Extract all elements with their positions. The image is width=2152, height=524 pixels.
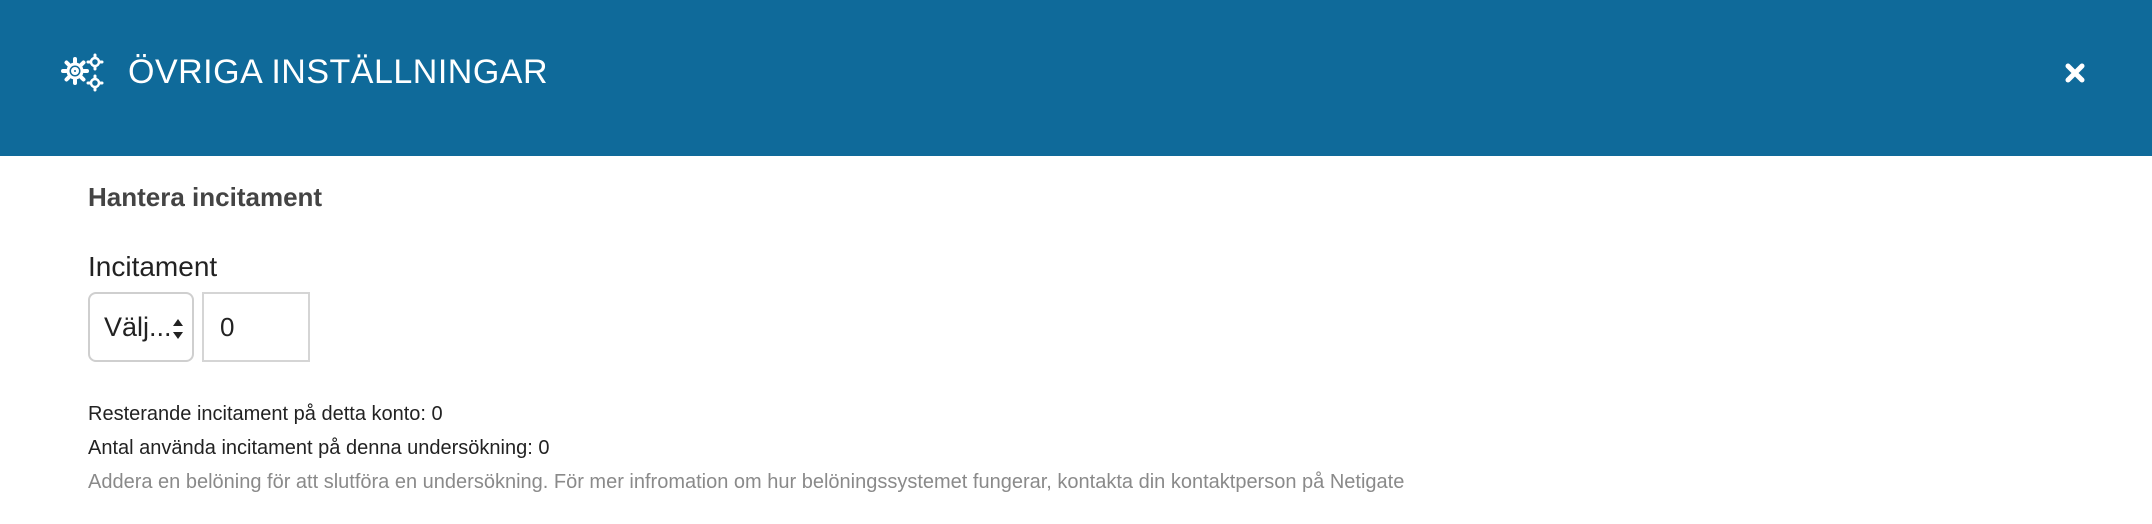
incentive-select-value: Välj... [104, 312, 172, 342]
incentive-select[interactable]: Välj... [88, 292, 194, 362]
used-incentives-text: Antal använda incitament på denna unders… [88, 437, 550, 459]
modal-header: ÖVRIGA INSTÄLLNINGAR [0, 0, 2152, 156]
close-icon[interactable] [2058, 56, 2092, 90]
section-title: Hantera incitament [88, 182, 323, 212]
gears-icon [60, 53, 104, 93]
modal-title: ÖVRIGA INSTÄLLNINGAR [128, 53, 548, 91]
incentive-amount-input[interactable] [202, 292, 310, 362]
remaining-incentives-text: Resterande incitament på detta konto: 0 [88, 403, 443, 425]
incentive-help-text: Addera en belöning för att slutföra en u… [88, 471, 1405, 493]
incentive-label: Incitament [88, 251, 218, 282]
select-arrows-icon [172, 318, 184, 340]
